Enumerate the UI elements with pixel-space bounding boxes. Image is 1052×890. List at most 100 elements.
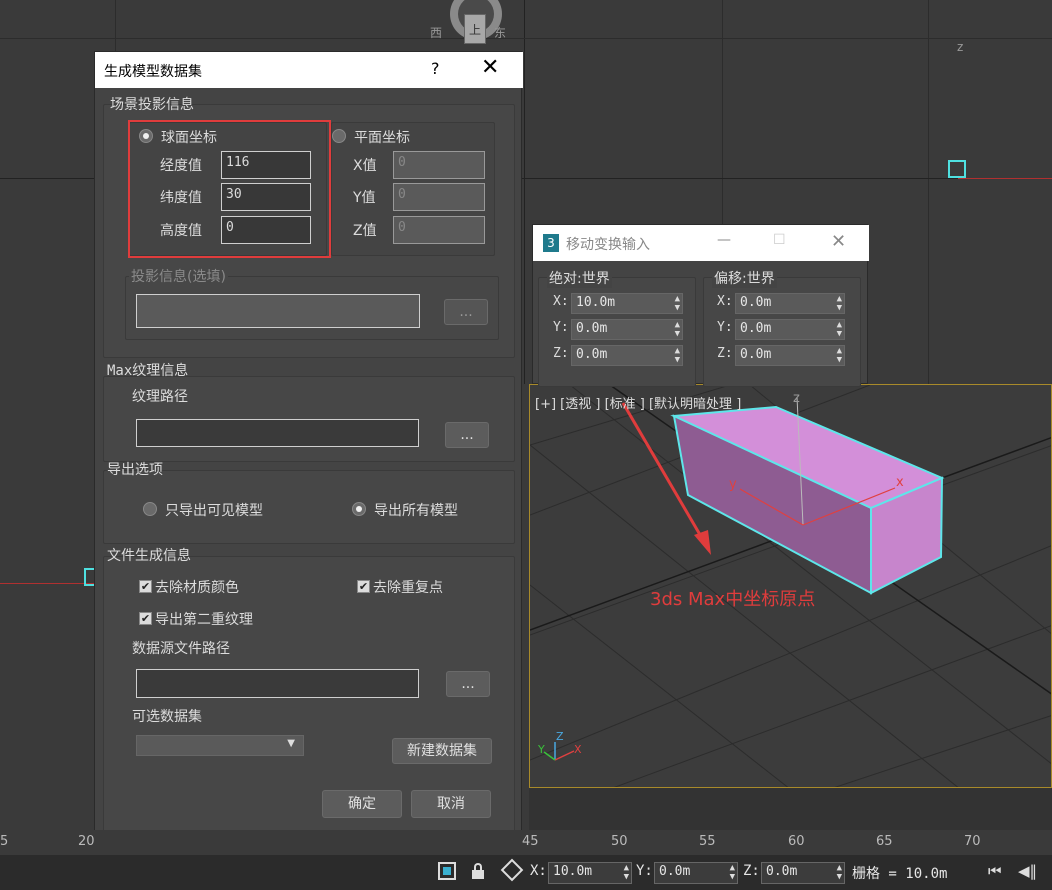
lock-icon[interactable] <box>472 863 484 879</box>
status-x-field[interactable]: 10.0m ▲ ▼ <box>548 862 632 884</box>
app-icon: 3 <box>543 234 559 252</box>
off-y-label: Y: <box>717 320 733 335</box>
texture-group-label: Max纹理信息 <box>107 363 189 379</box>
gizmo-x-label: X <box>574 743 582 756</box>
off-x-spinner[interactable]: 0.0m ▲ ▼ <box>735 293 845 314</box>
dialog-titlebar[interactable]: 生成模型数据集 ? ✕ <box>95 52 523 88</box>
cancel-button[interactable]: 取消 <box>411 790 491 818</box>
grid-size-label: 栅格 = 10.0m <box>852 866 948 882</box>
visible-only-radio[interactable] <box>143 502 157 516</box>
source-browse-button[interactable]: ... <box>446 671 490 697</box>
visible-only-label: 只导出可见模型 <box>165 503 263 519</box>
file-group-label: 文件生成信息 <box>107 548 191 564</box>
move-transform-dialog: 3 移动变换输入 — ☐ ✕ 绝对:世界 偏移:世界 X: 10.0m ▲ ▼ Y:… <box>532 224 869 387</box>
axis-y-label: y <box>729 477 737 492</box>
viewport-divider <box>524 0 525 384</box>
off-z-label: Z: <box>717 346 733 361</box>
axis-z-label: z <box>793 391 800 406</box>
ok-button[interactable]: 确定 <box>322 790 402 818</box>
viewport-label[interactable]: [+] [透视 ] [标准 ] [默认明暗处理 ] <box>535 393 741 412</box>
previous-frame-icon[interactable]: ◀‖ <box>1018 862 1037 880</box>
selection-lock-icon[interactable] <box>438 862 456 880</box>
latitude-label: 纬度值 <box>160 190 202 206</box>
status-x-label: X: <box>530 863 547 879</box>
help-button[interactable]: ? <box>431 59 440 78</box>
status-z-label: Z: <box>743 863 760 879</box>
viewcube-east: 东 <box>494 26 507 40</box>
grid-line <box>722 0 723 230</box>
all-models-label: 导出所有模型 <box>374 503 458 519</box>
abs-x-label: X: <box>553 294 569 309</box>
gizmo-z-label: Z <box>556 730 564 743</box>
projection-input[interactable] <box>136 294 420 328</box>
origin-annotation: 3ds Max中坐标原点 <box>650 589 816 610</box>
status-y-label: Y: <box>636 863 653 879</box>
remove-duplicate-label: 去除重复点 <box>373 580 443 596</box>
status-z-field[interactable]: 0.0m ▲ ▼ <box>761 862 845 884</box>
absolute-mode-icon[interactable] <box>500 858 524 882</box>
time-ruler[interactable]: 5 20 45 50 55 60 65 70 <box>0 830 1052 855</box>
abs-z-label: Z: <box>553 346 569 361</box>
optional-dataset-label: 可选数据集 <box>132 709 202 725</box>
longitude-input[interactable]: 116 <box>221 151 311 179</box>
maximize-button[interactable]: ☐ <box>773 232 786 248</box>
x-axis-line <box>0 583 94 584</box>
close-button[interactable]: ✕ <box>831 231 846 252</box>
remove-duplicate-checkbox[interactable]: ✔ <box>357 580 370 593</box>
texture-browse-button[interactable]: ... <box>445 422 489 448</box>
new-dataset-button[interactable]: 新建数据集 <box>392 738 492 764</box>
ruler-tick: 5 <box>0 834 9 849</box>
sphere-radio[interactable] <box>139 129 153 143</box>
remove-material-checkbox[interactable]: ✔ <box>139 580 152 593</box>
export-group-label: 导出选项 <box>107 462 163 478</box>
ruler-tick: 20 <box>78 834 95 849</box>
source-path-label: 数据源文件路径 <box>132 641 230 657</box>
grid-line <box>928 0 929 384</box>
latitude-input[interactable]: 30 <box>221 183 311 211</box>
x-input[interactable]: 0 <box>393 151 485 179</box>
abs-x-spinner[interactable]: 10.0m ▲ ▼ <box>571 293 683 314</box>
perspective-viewport[interactable]: [+] [透视 ] [标准 ] [默认明暗处理 ] x y z 3ds Max中… <box>529 384 1052 788</box>
remove-material-label: 去除材质颜色 <box>155 580 239 596</box>
move-dialog-titlebar[interactable]: 3 移动变换输入 — ☐ ✕ <box>533 225 869 261</box>
move-dialog-title: 移动变换输入 <box>566 237 650 253</box>
height-input[interactable]: 0 <box>221 216 311 244</box>
projection-label: 投影信息(选填) <box>129 266 228 286</box>
plane-radio[interactable] <box>332 129 346 143</box>
projection-browse-button[interactable]: ... <box>444 299 488 325</box>
offset-label: 偏移:世界 <box>712 268 777 288</box>
grid-line <box>0 38 1052 39</box>
minimize-button[interactable]: — <box>717 232 731 248</box>
dialog-title: 生成模型数据集 <box>104 64 202 80</box>
abs-y-spinner[interactable]: 0.0m ▲ ▼ <box>571 319 683 340</box>
generate-dataset-dialog: 生成模型数据集 ? ✕ 场景投影信息 球面坐标 平面坐标 经度值 116 纬度值… <box>94 51 523 855</box>
all-models-radio[interactable] <box>352 502 366 516</box>
y-label: Y值 <box>353 190 376 206</box>
viewcube[interactable]: 上 西 东 <box>430 0 510 50</box>
axis-x-label: x <box>896 475 904 490</box>
z-input[interactable]: 0 <box>393 216 485 244</box>
ruler-tick: 50 <box>611 834 628 849</box>
export-second-tex-checkbox[interactable]: ✔ <box>139 612 152 625</box>
close-button[interactable]: ✕ <box>481 55 499 80</box>
plane-label: 平面坐标 <box>354 130 410 146</box>
longitude-label: 经度值 <box>160 158 202 174</box>
abs-z-spinner[interactable]: 0.0m ▲ ▼ <box>571 345 683 366</box>
off-z-spinner[interactable]: 0.0m ▲ ▼ <box>735 345 845 366</box>
selected-object-marker[interactable] <box>948 160 966 178</box>
viewcube-top-face[interactable]: 上 <box>464 14 486 44</box>
status-y-field[interactable]: 0.0m ▲ ▼ <box>654 862 738 884</box>
off-y-spinner[interactable]: 0.0m ▲ ▼ <box>735 319 845 340</box>
z-axis-label: z <box>957 40 964 54</box>
source-path-input[interactable] <box>136 669 419 698</box>
go-to-start-icon[interactable]: ⏮ <box>988 862 1002 880</box>
x-axis-line <box>958 178 1052 179</box>
texture-path-label: 纹理路径 <box>132 389 188 405</box>
z-label: Z值 <box>353 223 377 239</box>
status-bar: X: 10.0m ▲ ▼ Y: 0.0m ▲ ▼ Z: 0.0m ▲ ▼ 栅格 = 10.0… <box>0 855 1052 890</box>
y-input[interactable]: 0 <box>393 183 485 211</box>
texture-path-input[interactable] <box>136 419 419 447</box>
abs-y-label: Y: <box>553 320 569 335</box>
gizmo-y-label: Y <box>538 743 545 756</box>
dataset-select[interactable]: ▼ <box>136 735 304 756</box>
